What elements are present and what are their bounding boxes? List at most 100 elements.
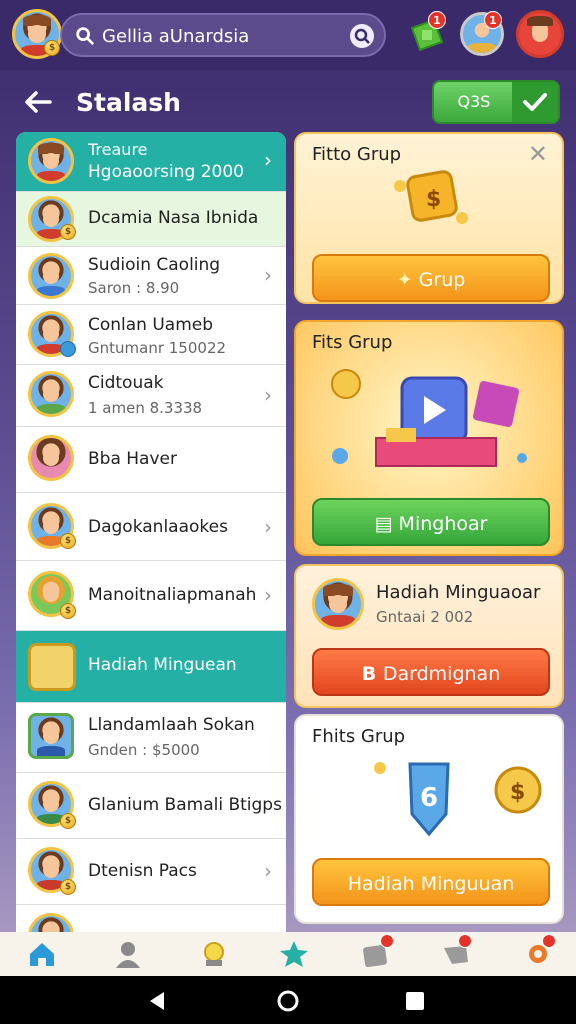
coin-icon: $: [44, 40, 60, 56]
card-title: Hadiah Minguaoar: [376, 582, 541, 603]
list-item-title: Conlan Uameb: [88, 315, 214, 335]
card-subtitle: Gntaai 2 002: [376, 608, 474, 626]
avatar: [28, 713, 74, 759]
dardmignan-button[interactable]: B Dardmignan: [312, 648, 550, 696]
chevron-right-icon: ›: [264, 148, 272, 172]
list-item-title: Glanium Bamali Btigps: [88, 795, 282, 815]
chevron-right-icon: ›: [264, 583, 272, 607]
notification-avatar[interactable]: [516, 10, 564, 58]
list-item-subtitle: Gnden : $5000: [88, 741, 200, 759]
svg-text:$: $: [426, 187, 441, 212]
avatar: [312, 578, 364, 630]
list-item-title: Dtenisn Pacs: [88, 861, 197, 881]
list-item-title: Dagokanlaaokes: [88, 517, 228, 537]
list-item-subtitle: Hgoaoorsing 2000: [88, 162, 244, 182]
chevron-right-icon: ›: [264, 383, 272, 407]
shield-icon: [60, 341, 76, 357]
list-item[interactable]: Conlan Uameb Gntumanr 150022: [16, 305, 286, 365]
home-circle-icon[interactable]: [276, 989, 300, 1013]
page-title: Stalash: [76, 88, 181, 117]
shop-icon: B: [361, 663, 383, 685]
coin-icon: $: [60, 813, 76, 829]
card-title: Fitto Grup: [312, 144, 402, 165]
reward-card: Hadiah Minguaoar Gntaai 2 002 B Dardmign…: [294, 564, 564, 708]
list-item[interactable]: [16, 905, 286, 932]
list-item-title: Sudioin Caoling: [88, 255, 221, 275]
puzzle-icon: ✦: [396, 269, 419, 291]
voice-search-icon[interactable]: [350, 24, 374, 48]
confirm-button[interactable]: Q3S: [432, 80, 560, 124]
card-icon: ▤: [374, 513, 399, 535]
settings-badge: [542, 934, 556, 948]
list-item-title: Dcamia Nasa Ibnida: [88, 208, 259, 228]
list-item[interactable]: Bba Haver: [16, 427, 286, 493]
list-item-title: Manoitnaliapmanah: [88, 585, 257, 605]
coin-icon: $: [60, 533, 76, 549]
list-item-title: Cidtouak: [88, 373, 164, 393]
friends-badge: 1: [484, 11, 502, 29]
list-item[interactable]: $ Dagokanlaaokes ›: [16, 493, 286, 561]
card-title: Fits Grup: [312, 332, 393, 353]
svg-text:$: $: [510, 780, 525, 805]
list-item[interactable]: $ Dtenisn Pacs ›: [16, 839, 286, 905]
list-item[interactable]: Sudioin Caoling Saron : 8.90 ›: [16, 247, 286, 305]
system-nav-bar: [0, 976, 576, 1024]
chat-badge: [458, 934, 472, 948]
checkmark-icon: [512, 82, 558, 122]
chevron-right-icon: ›: [264, 263, 272, 287]
home-icon[interactable]: [26, 938, 58, 970]
coin-icon: $: [60, 603, 76, 619]
list-item-subtitle: Gntumanr 150022: [88, 339, 227, 357]
list-item-subtitle: Saron : 8.90: [88, 279, 180, 297]
avatar: [28, 371, 74, 417]
search-input[interactable]: Gellia aUnardsia: [102, 26, 249, 47]
group-card: Fits Grup ▤ Minghoar: [294, 320, 564, 556]
list-item-subtitle: 1 amen 8.3338: [88, 399, 203, 417]
weekly-reward-button[interactable]: Hadiah Minguuan: [312, 858, 550, 906]
list-item[interactable]: $ Dcamia Nasa Ibnida: [16, 192, 286, 247]
avatar: [28, 913, 74, 932]
coin-icon: $: [60, 879, 76, 895]
back-triangle-icon[interactable]: [146, 990, 168, 1012]
shop-badge: [380, 934, 394, 948]
minghoar-button[interactable]: ▤ Minghoar: [312, 498, 550, 546]
list-item[interactable]: $ Glanium Bamali Btigps: [16, 773, 286, 839]
svg-text:6: 6: [420, 783, 438, 813]
player-list: Treaure Hgoaoorsing 2000 › $ Dcamia Nasa…: [16, 132, 286, 932]
shield-icon: 6 $: [374, 762, 542, 837]
shield-icon: [28, 643, 76, 691]
close-icon[interactable]: ✕: [528, 140, 548, 168]
list-item[interactable]: Llandamlaah Sokan Gnden : $5000: [16, 703, 286, 773]
coin-icon: $: [60, 224, 76, 240]
chevron-right-icon: ›: [264, 859, 272, 883]
recents-square-icon[interactable]: [405, 991, 425, 1011]
star-icon[interactable]: [278, 938, 310, 970]
trophy-icon: $: [394, 170, 468, 224]
list-item-title: Bba Haver: [88, 449, 177, 469]
bottom-nav: [0, 932, 576, 976]
avatar: [28, 435, 74, 481]
reward-icon[interactable]: [198, 938, 230, 970]
profile-icon[interactable]: [112, 938, 144, 970]
list-item-title: Llandamlaah Sokan: [88, 715, 255, 735]
list-item[interactable]: Cidtouak 1 amen 8.3338 ›: [16, 365, 286, 427]
avatar: [28, 253, 74, 299]
list-item-title: Hadiah Minguean: [88, 655, 237, 675]
dardmignan-button-label: Dardmignan: [382, 663, 501, 685]
list-item[interactable]: Treaure Hgoaoorsing 2000 ›: [16, 132, 286, 192]
list-item[interactable]: $ Manoitnaliapmanah ›: [16, 561, 286, 631]
confirm-button-label: Q3S: [457, 92, 491, 111]
treasure-icon: [331, 369, 527, 467]
list-item[interactable]: Hadiah Minguean: [16, 631, 286, 703]
search-bar[interactable]: Gellia aUnardsia: [60, 13, 386, 57]
group-button[interactable]: ✦ Grup: [312, 254, 550, 302]
group-button-label: Grup: [418, 269, 466, 291]
gift-badge: 1: [428, 11, 446, 29]
avatar: [28, 138, 74, 184]
card-title: Fhits Grup: [312, 726, 406, 747]
chevron-right-icon: ›: [264, 515, 272, 539]
group-card: Fhits Grup 6 $ Hadiah Minguuan: [294, 714, 564, 924]
search-icon: [76, 27, 94, 45]
back-arrow-icon[interactable]: [22, 86, 54, 118]
list-item-title: Treaure: [88, 140, 148, 159]
